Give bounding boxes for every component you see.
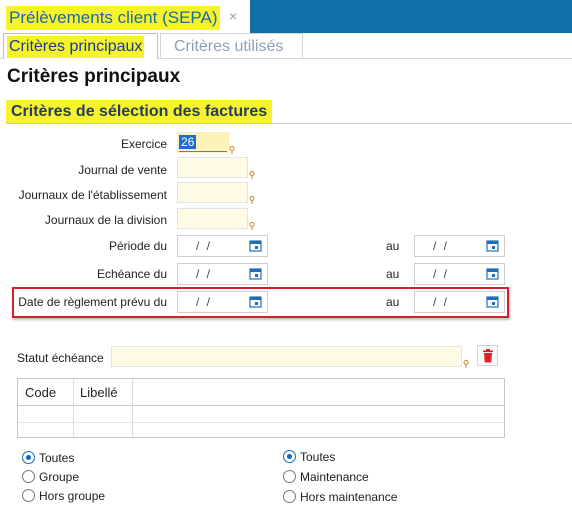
radio-label: Hors groupe	[39, 489, 106, 503]
periode-to-date[interactable]: / /	[414, 235, 505, 257]
calendar-icon[interactable]	[249, 239, 262, 252]
echeance-to-date[interactable]: / /	[414, 263, 505, 285]
page-title: Critères principaux	[7, 66, 181, 87]
calendar-icon[interactable]	[249, 267, 262, 280]
periode-au-label: au	[386, 239, 400, 253]
tab-label: Critères principaux	[7, 36, 145, 58]
lookup-pin-icon[interactable]	[249, 171, 255, 179]
reglement-from-value: / /	[196, 295, 213, 309]
statut-label: Statut échéance	[17, 351, 104, 365]
echeance-to-value: / /	[433, 267, 450, 281]
window-tab-bar: Prélèvements client (SEPA) ×	[0, 0, 572, 33]
periode-from-date[interactable]: / /	[177, 235, 268, 257]
radio-dot	[22, 489, 35, 502]
reglement-to-date[interactable]: / /	[414, 291, 505, 313]
window-title: Prélèvements client (SEPA)	[6, 6, 221, 30]
echeance-from-date[interactable]: / /	[177, 263, 268, 285]
calendar-icon[interactable]	[486, 295, 499, 308]
journaux-div-input[interactable]	[177, 208, 248, 229]
lookup-pin-icon[interactable]	[463, 360, 469, 368]
radio-dot	[283, 450, 296, 463]
radio-dot	[283, 470, 296, 483]
reglement-au-label: au	[386, 295, 400, 309]
tab-criteres-utilises[interactable]: Critères utilisés	[160, 33, 303, 59]
journaux-etab-label: Journaux de l'établissement	[18, 188, 167, 202]
radio-label: Toutes	[39, 451, 75, 465]
section-title: Critères de sélection des factures	[6, 100, 273, 124]
radio-label: Groupe	[39, 470, 80, 484]
radio-label: Hors maintenance	[300, 490, 398, 504]
grid-col-divider	[73, 379, 74, 437]
statut-input[interactable]	[111, 346, 462, 367]
grid-header: Code Libellé	[18, 379, 504, 406]
journaux-div-label: Journaux de la division	[44, 213, 167, 227]
periode-label: Période du	[108, 239, 167, 253]
echeance-label: Echéance du	[96, 267, 167, 281]
radio-label: Maintenance	[300, 470, 369, 484]
reglement-from-date[interactable]: / /	[177, 291, 268, 313]
calendar-icon[interactable]	[249, 295, 262, 308]
radio-dot	[283, 490, 296, 503]
subtab-bar: Critères principaux Critères utilisés	[0, 33, 572, 59]
calendar-icon[interactable]	[486, 267, 499, 280]
journaux-etab-input[interactable]	[177, 182, 248, 203]
exercice-input[interactable]: 26	[177, 132, 229, 153]
journal-vente-input[interactable]	[177, 157, 248, 178]
periode-to-value: / /	[433, 239, 450, 253]
exercice-label: Exercice	[120, 137, 167, 151]
radio-dot	[22, 470, 35, 483]
periode-from-value: / /	[196, 239, 213, 253]
grid-row-divider	[18, 422, 504, 423]
lookup-pin-icon[interactable]	[249, 222, 255, 230]
close-icon[interactable]: ×	[229, 6, 237, 26]
lookup-pin-icon[interactable]	[229, 146, 235, 154]
grid-col-libelle[interactable]: Libellé	[80, 385, 118, 400]
reglement-to-value: / /	[433, 295, 450, 309]
echeance-au-label: au	[386, 267, 400, 281]
lookup-pin-icon[interactable]	[249, 196, 255, 204]
radio-label: Toutes	[300, 450, 336, 464]
radio-dot	[22, 451, 35, 464]
exercice-value: 26	[179, 135, 197, 149]
calendar-icon[interactable]	[486, 239, 499, 252]
echeance-from-value: / /	[196, 267, 213, 281]
journal-vente-label: Journal de vente	[78, 163, 167, 177]
statut-grid[interactable]: Code Libellé	[17, 378, 505, 438]
window-tab[interactable]: Prélèvements client (SEPA) ×	[0, 0, 250, 33]
delete-button[interactable]	[477, 345, 498, 366]
reglement-label: Date de règlement prévu du	[18, 295, 167, 309]
tab-criteres-principaux[interactable]: Critères principaux	[3, 33, 158, 59]
grid-col-divider	[132, 379, 133, 437]
trash-icon	[483, 349, 493, 363]
grid-col-code[interactable]: Code	[25, 385, 56, 400]
section-divider	[6, 123, 572, 124]
exercice-underline	[179, 151, 227, 152]
